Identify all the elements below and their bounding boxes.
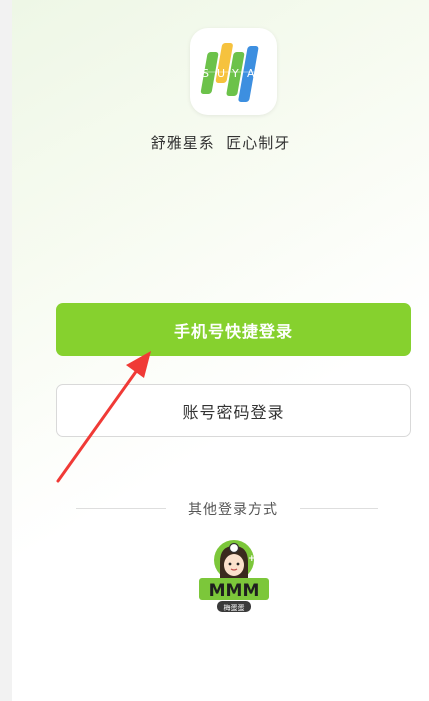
divider-right <box>300 508 378 509</box>
logo-letter-s: S <box>202 67 209 80</box>
phone-quick-login-label: 手机号快捷登录 <box>173 321 293 341</box>
mmm-brand-text: MMM <box>209 581 260 601</box>
password-login-button[interactable]: 账号密码登录 <box>56 384 411 437</box>
password-login-label: 账号密码登录 <box>182 402 285 422</box>
logo-letter-y: Y <box>231 67 239 80</box>
logo-letter-a: A <box>247 67 255 80</box>
app-slogan: 舒雅星系 匠心制牙 <box>150 134 291 152</box>
logo-letter-u: U <box>217 67 225 80</box>
divider-left <box>76 508 166 509</box>
svg-text:+: + <box>248 554 256 564</box>
other-login-label: 其他登录方式 <box>188 502 278 518</box>
mmm-mascot-icon: + MMM 梅蛋蛋 <box>199 540 269 612</box>
mmm-login-option[interactable]: + MMM 梅蛋蛋 <box>198 538 270 614</box>
app-logo: S U Y A <box>190 28 277 115</box>
login-page: S U Y A 舒雅星系 匠心制牙 手机号快捷登录 账号密码登录 其他登录方式 … <box>12 0 429 701</box>
mmm-subtitle-text: 梅蛋蛋 <box>224 603 245 612</box>
phone-quick-login-button[interactable]: 手机号快捷登录 <box>56 303 411 356</box>
suya-logo-icon: S U Y A <box>198 43 268 102</box>
